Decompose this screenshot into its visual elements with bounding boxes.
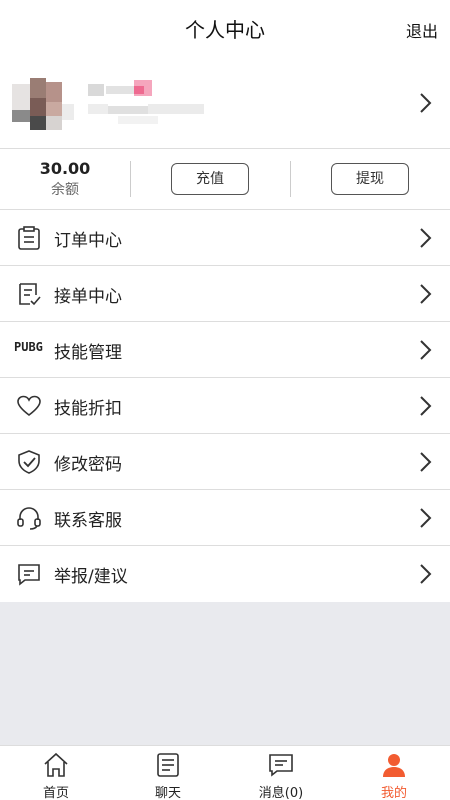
menu-list: 订单中心 接单中心 PUBG 技能管理 技能折扣 修改密码 联系客服 举报/建议 — [0, 210, 450, 602]
pubg-icon: PUBG — [14, 340, 43, 354]
vertical-divider — [290, 161, 291, 197]
tab-label: 我的 — [380, 786, 407, 800]
chevron-right-icon — [420, 508, 432, 528]
order-list-icon — [18, 226, 40, 250]
tab-label: 首页 — [42, 786, 69, 800]
chevron-right-icon — [420, 452, 432, 472]
feedback-icon — [18, 564, 40, 586]
headset-icon — [17, 507, 41, 530]
chevron-right-icon — [420, 93, 432, 113]
balance-label: 余额 — [51, 182, 79, 198]
chevron-right-icon — [420, 396, 432, 416]
withdraw-button[interactable]: 提现 — [331, 163, 409, 195]
user-icon — [383, 754, 405, 777]
tab-label: 聊天 — [154, 786, 181, 800]
bottom-tab-bar: 首页 聊天 消息(0) 我的 — [0, 745, 450, 800]
tab-mine[interactable]: 我的 — [338, 746, 450, 800]
menu-label: 举报/建议 — [54, 567, 128, 587]
page-title: 个人中心 — [185, 18, 265, 42]
home-icon — [44, 752, 68, 777]
heart-icon — [17, 395, 41, 417]
menu-item-report-feedback[interactable]: 举报/建议 — [0, 546, 450, 602]
menu-item-order-center[interactable]: 订单中心 — [0, 210, 450, 266]
menu-item-customer-service[interactable]: 联系客服 — [0, 490, 450, 546]
chevron-right-icon — [420, 284, 432, 304]
chat-doc-icon — [157, 753, 179, 777]
tab-chat[interactable]: 聊天 — [112, 746, 224, 800]
chevron-right-icon — [420, 228, 432, 248]
tab-home[interactable]: 首页 — [0, 746, 112, 800]
menu-item-skill-discount[interactable]: 技能折扣 — [0, 378, 450, 434]
menu-label: 修改密码 — [54, 455, 122, 475]
chevron-right-icon — [420, 340, 432, 360]
tab-messages[interactable]: 消息(0) — [225, 746, 337, 800]
wallet-bar: 30.00 余额 充值 提现 — [0, 149, 450, 209]
tab-label: 消息(0) — [258, 786, 304, 800]
menu-item-change-password[interactable]: 修改密码 — [0, 434, 450, 490]
profile-card[interactable] — [0, 56, 450, 148]
chevron-right-icon — [420, 564, 432, 584]
username-blurred — [88, 78, 208, 134]
avatar — [12, 78, 74, 136]
logout-button[interactable]: 退出 — [406, 18, 438, 42]
vertical-divider — [130, 161, 131, 197]
menu-item-skill-management[interactable]: PUBG 技能管理 — [0, 322, 450, 378]
menu-label: 联系客服 — [54, 511, 122, 531]
menu-label: 技能折扣 — [54, 399, 122, 419]
shield-check-icon — [18, 450, 40, 474]
balance-value: 30.00 — [39, 159, 91, 178]
top-bar: 个人中心 退出 — [0, 0, 450, 56]
accept-order-icon — [19, 283, 41, 306]
menu-item-accept-center[interactable]: 接单中心 — [0, 266, 450, 322]
menu-label: 接单中心 — [54, 287, 122, 307]
menu-label: 技能管理 — [54, 343, 122, 363]
recharge-button[interactable]: 充值 — [171, 163, 249, 195]
message-icon — [269, 754, 293, 777]
menu-label: 订单中心 — [54, 231, 122, 251]
